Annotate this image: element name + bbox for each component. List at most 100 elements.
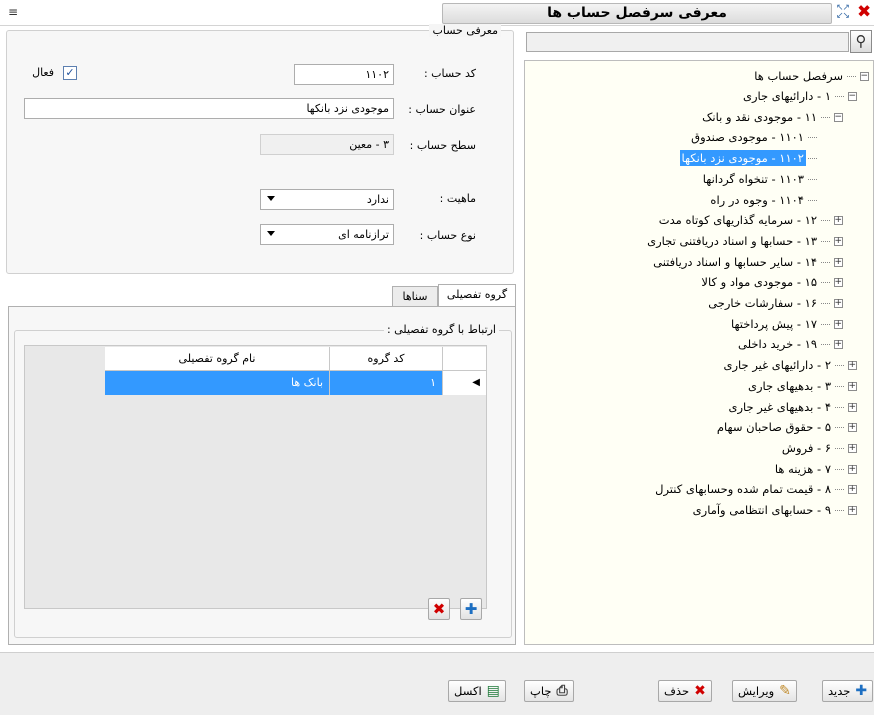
tree-item[interactable]: +۱۹ - خرید داخلی <box>736 334 843 354</box>
add-detail-group-button[interactable]: ✚ <box>460 598 482 620</box>
plus-icon: ✚ <box>855 683 868 699</box>
tree-item[interactable]: +۱۴ - سایر حسابها و اسناد دریافتنی <box>651 252 843 272</box>
nature-select[interactable]: ندارد <box>260 189 394 210</box>
tree-item[interactable]: +۸ - قیمت تمام شده وحسابهای کنترل <box>653 479 857 499</box>
account-tree: −سرفصل حساب ها −۱ - دارائیهای جاری −۱۱ - … <box>524 60 874 645</box>
account-title-label: عنوان حساب : <box>408 103 476 116</box>
tree-item[interactable]: +۲ - دارائیهای غیر جاری <box>722 355 857 375</box>
account-fieldset-legend: معرفی حساب <box>429 24 501 37</box>
tree-connector <box>821 303 830 304</box>
tree-item-label: ۱ - دارائیهای جاری <box>742 89 831 103</box>
edit-button[interactable]: ✎ ویرایش <box>732 680 797 702</box>
collapse-icon[interactable]: − <box>848 92 857 101</box>
close-icon[interactable]: ✖ <box>857 2 871 22</box>
tree-item[interactable]: +۵ - حقوق صاحبان سهام <box>715 417 857 437</box>
tree-item[interactable]: ۱۱۰۳ - تنخواه گردانها <box>701 169 817 189</box>
tree-item[interactable]: +۳ - بدهیهای جاری <box>746 376 857 396</box>
grid-cell-name[interactable]: بانک ها <box>105 371 330 395</box>
expand-node-icon[interactable]: + <box>848 506 857 515</box>
expand-node-icon[interactable]: + <box>848 485 857 495</box>
collapse-icon[interactable]: − <box>860 72 869 81</box>
tree-root[interactable]: − سرفصل حساب ها <box>752 66 869 86</box>
expand-icon[interactable]: ↖↗ ↙↘ <box>836 4 852 21</box>
active-checkbox[interactable]: ✓ <box>63 66 77 80</box>
grid-header-name[interactable]: نام گروه تفصیلی <box>105 347 330 371</box>
tree-item-label: ۱۱۰۲ - موجودی نزد بانکها <box>679 150 806 167</box>
tree-connector <box>821 116 830 118</box>
expand-node-icon[interactable]: + <box>834 299 843 308</box>
pencil-icon: ✎ <box>779 683 791 699</box>
tree-item-label: ۵ - حقوق صاحبان سهام <box>716 420 831 435</box>
print-button[interactable]: ⎙ چاپ <box>524 680 574 702</box>
delete-button-label: حذف <box>664 684 690 698</box>
tree-connector <box>835 96 844 97</box>
tab-detail-group[interactable]: گروه تفصیلی <box>438 284 516 308</box>
expand-node-icon[interactable]: + <box>834 340 843 350</box>
excel-button[interactable]: ▤ اکسل <box>448 680 506 702</box>
tree-item[interactable]: +۱۳ - حسابها و اسناد دریافتنی تجاری <box>645 231 843 251</box>
tab-documents[interactable]: سناها <box>392 286 438 308</box>
tree-item-label: ۲ - دارائیهای غیر جاری <box>723 358 832 373</box>
grid-cell-code[interactable]: ۱ <box>330 371 443 395</box>
account-title-input[interactable]: موجودی نزد بانکها <box>24 98 394 119</box>
tree-item[interactable]: +۱۶ - سفارشات خارجی <box>706 293 843 313</box>
chevron-down-icon <box>267 231 275 236</box>
tree-connector <box>821 220 830 222</box>
chevron-down-icon <box>267 196 275 201</box>
tree-item[interactable]: +۱۲ - سرمایه گذاریهای کوتاه مدت <box>657 210 843 230</box>
search-button[interactable]: ⚲ <box>850 30 872 53</box>
tree-connector <box>835 365 844 367</box>
expand-node-icon[interactable]: + <box>834 278 843 288</box>
remove-detail-group-button[interactable]: ✖ <box>428 598 450 620</box>
tree-connector <box>835 406 844 408</box>
tree-item[interactable]: +۶ - فروش <box>780 438 857 458</box>
grid-header-code[interactable]: کد گروه <box>330 347 443 371</box>
expand-node-icon[interactable]: + <box>848 381 857 391</box>
print-button-label: چاپ <box>530 684 552 698</box>
new-button[interactable]: ✚ جدید <box>822 680 874 702</box>
tree-item[interactable]: +۷ - هزینه ها <box>773 459 857 479</box>
tree-item-label: ۱۷ - پیش پرداختها <box>730 316 817 331</box>
tree-connector <box>835 447 844 449</box>
grid-header-row: نام گروه تفصیلی کد گروه <box>105 347 487 371</box>
account-type-select[interactable]: ترازنامه ای <box>260 224 394 245</box>
new-button-label: جدید <box>828 684 851 698</box>
tree-item[interactable]: ۱۱۰۲ - موجودی نزد بانکها <box>679 148 817 168</box>
tree-connector <box>835 468 844 470</box>
tree-search-input[interactable] <box>526 32 849 52</box>
tree-item[interactable]: ۱۱۰۱ - موجودی صندوق <box>689 127 817 147</box>
printer-icon: ⎙ <box>556 683 568 699</box>
tree-item[interactable]: +۴ - بدهیهای غیر جاری <box>726 397 857 417</box>
account-code-label: کد حساب : <box>423 67 476 80</box>
expand-node-icon[interactable]: + <box>834 257 843 267</box>
tree-connector <box>821 323 830 325</box>
tree-item-label: ۱۶ - سفارشات خارجی <box>708 296 817 310</box>
table-row[interactable]: بانک ها ۱ ◀ <box>105 371 487 395</box>
tree-item[interactable]: +۱۷ - پیش پرداختها <box>729 314 843 334</box>
edit-button-label: ویرایش <box>738 684 775 698</box>
grid-header-indicator <box>443 347 487 371</box>
tree-item[interactable]: − ۱۱ - موجودی نقد و بانک <box>700 107 843 127</box>
tree-item[interactable]: +۱۵ - موجودی مواد و کالا <box>699 272 843 292</box>
active-label: فعال <box>32 66 54 79</box>
tree-connector <box>821 282 830 284</box>
expand-node-icon[interactable]: + <box>834 319 843 329</box>
tree-item[interactable]: +۹ - حسابهای انتظامی وآماری <box>691 500 857 520</box>
plus-icon: ✚ <box>464 600 478 618</box>
expand-node-icon[interactable]: + <box>848 361 857 371</box>
expand-node-icon[interactable]: + <box>848 443 857 453</box>
tree-connector <box>808 199 817 201</box>
expand-node-icon[interactable]: + <box>834 236 843 246</box>
menu-icon[interactable]: ≡ <box>8 6 22 18</box>
tree-item[interactable]: − ۱ - دارائیهای جاری <box>741 86 857 106</box>
tree-item[interactable]: ۱۱۰۴ - وجوه در راه <box>708 190 817 210</box>
collapse-icon[interactable]: − <box>834 112 843 122</box>
expand-node-icon[interactable]: + <box>848 464 857 474</box>
tree-item-label: ۱۳ - حسابها و اسناد دریافتنی تجاری <box>647 233 817 248</box>
expand-node-icon[interactable]: + <box>834 216 843 226</box>
tree-connector <box>835 385 844 387</box>
expand-node-icon[interactable]: + <box>848 423 857 433</box>
account-code-input[interactable]: ۱۱۰۲ <box>294 64 394 85</box>
delete-button[interactable]: ✖ حذف <box>658 680 712 702</box>
expand-node-icon[interactable]: + <box>848 402 857 412</box>
